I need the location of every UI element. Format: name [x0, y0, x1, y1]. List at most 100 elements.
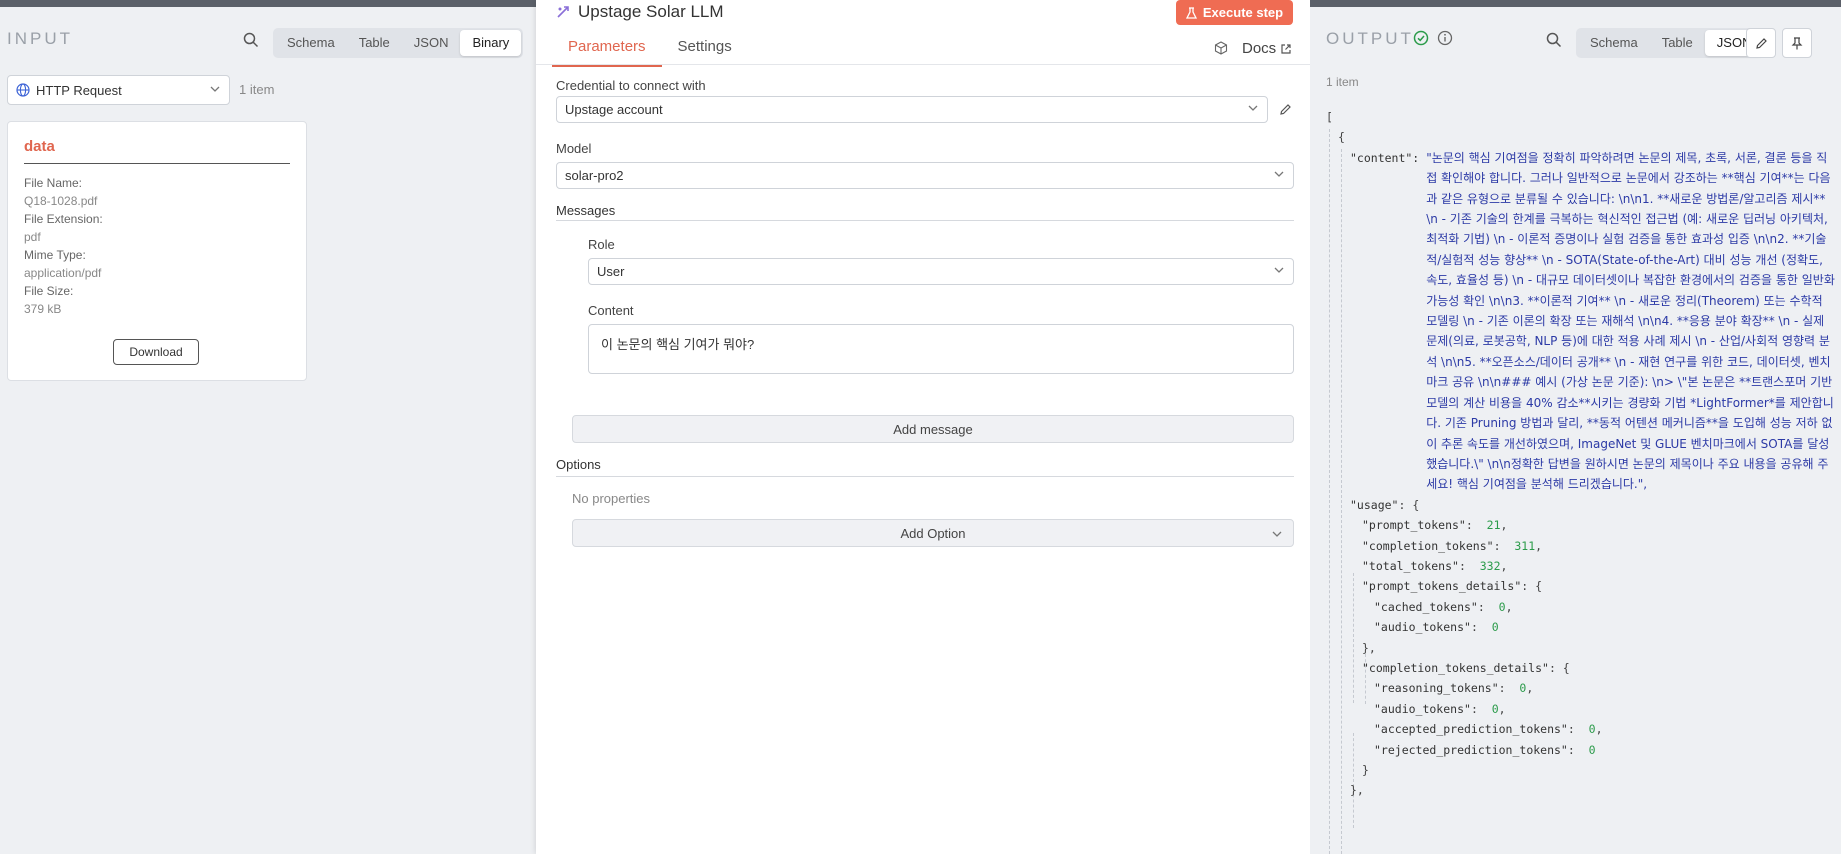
- search-icon[interactable]: [241, 30, 261, 50]
- output-view-tabs: Schema Table JSON: [1576, 28, 1766, 58]
- add-option-button[interactable]: Add Option: [572, 519, 1294, 547]
- tab-table[interactable]: Table: [347, 30, 402, 56]
- input-panel: INPUT Schema Table JSON Binary HTTP Requ…: [0, 0, 536, 854]
- search-icon[interactable]: [1544, 30, 1564, 50]
- json-line: "rejected_prediction_tokens": 0: [1374, 742, 1596, 757]
- input-title: INPUT: [7, 29, 73, 48]
- mime-type-label: Mime Type:: [24, 248, 86, 262]
- file-size-value: 379 kB: [24, 302, 62, 316]
- execute-step-label: Execute step: [1202, 5, 1284, 20]
- pencil-icon: [1755, 37, 1768, 50]
- mime-type-value: application/pdf: [24, 266, 102, 280]
- role-value: User: [597, 264, 625, 279]
- json-key: "content":: [1350, 150, 1420, 165]
- role-select[interactable]: User: [588, 258, 1294, 285]
- messages-label: Messages: [556, 203, 616, 218]
- info-icon[interactable]: [1437, 30, 1453, 51]
- json-line: "completion_tokens": 311,: [1362, 538, 1543, 553]
- json-line: "prompt_tokens": 21,: [1362, 518, 1508, 533]
- tab-binary[interactable]: Binary: [460, 30, 522, 56]
- tab-schema[interactable]: Schema: [275, 30, 347, 56]
- role-label: Role: [588, 237, 615, 252]
- json-line: "accepted_prediction_tokens": 0,: [1374, 722, 1603, 737]
- json-line: "audio_tokens": 0,: [1374, 701, 1506, 716]
- json-line: "completion_tokens_details": {: [1362, 660, 1570, 675]
- tabs-divider: [536, 64, 1310, 65]
- json-number: 0: [1491, 620, 1499, 635]
- options-label: Options: [556, 457, 601, 472]
- binary-card-title: data: [24, 138, 290, 164]
- globe-icon: [16, 83, 30, 97]
- json-content-field: "content": "논문의 핵심 기여점을 정확히 파악하려면 논문의 제목…: [1326, 148, 1836, 495]
- json-number: 0: [1588, 742, 1596, 757]
- json-output-view: [ { "content": "논문의 핵심 기여점을 정확히 파악하려면 논문…: [1326, 107, 1836, 801]
- json-line: "cached_tokens": 0,: [1374, 599, 1513, 614]
- json-line: "total_tokens": 332,: [1362, 558, 1508, 573]
- no-properties-text: No properties: [572, 491, 651, 506]
- credential-select[interactable]: Upstage account: [556, 96, 1268, 123]
- json-line: },: [1362, 640, 1376, 655]
- json-number: 21: [1486, 518, 1501, 533]
- json-number: 332: [1479, 558, 1501, 573]
- json-number: 0: [1491, 701, 1499, 716]
- model-label: Model: [556, 141, 592, 156]
- input-item-count: 1 item: [239, 82, 275, 97]
- node-tabs: Parameters Settings: [552, 38, 748, 67]
- execute-step-button[interactable]: Execute step: [1176, 0, 1293, 25]
- node-header: Upstage Solar LLM: [556, 2, 724, 22]
- output-item-count: 1 item: [1326, 75, 1359, 89]
- pin-icon: [1791, 36, 1803, 50]
- chevron-down-icon: [1247, 102, 1259, 117]
- file-size-label: File Size:: [24, 284, 74, 298]
- tab-settings[interactable]: Settings: [662, 38, 748, 67]
- content-label: Content: [588, 303, 634, 318]
- output-panel: OUTPUT Schema Table JSON 1 item [ { "con…: [1310, 0, 1841, 854]
- chevron-down-icon: [1273, 168, 1285, 183]
- file-ext-label: File Extension:: [24, 212, 103, 226]
- success-check-icon: [1413, 30, 1429, 51]
- json-content-value: "논문의 핵심 기여점을 정확히 파악하려면 논문의 제목, 초록, 서론, 결…: [1426, 150, 1835, 492]
- file-name-value: Q18-1028.pdf: [24, 194, 98, 208]
- download-button[interactable]: Download: [113, 339, 199, 365]
- options-divider: [556, 476, 1294, 477]
- file-name-label: File Name:: [24, 176, 83, 190]
- external-link-icon: [1280, 43, 1292, 55]
- content-textarea[interactable]: 이 논문의 핵심 기여가 뭐야?: [588, 324, 1294, 374]
- tab-parameters[interactable]: Parameters: [552, 38, 662, 67]
- json-line: [: [1326, 110, 1333, 124]
- docs-label: Docs: [1242, 40, 1277, 57]
- tab-json[interactable]: JSON: [402, 30, 461, 56]
- chevron-down-icon: [1271, 528, 1283, 540]
- add-option-label: Add Option: [900, 525, 966, 541]
- model-value: solar-pro2: [565, 168, 624, 183]
- node-title[interactable]: Upstage Solar LLM: [578, 2, 724, 22]
- file-ext-value: pdf: [24, 230, 41, 244]
- tab-schema[interactable]: Schema: [1578, 30, 1650, 56]
- json-line: }: [1362, 763, 1369, 777]
- json-line: "reasoning_tokens": 0,: [1374, 681, 1534, 696]
- edit-output-button[interactable]: [1746, 28, 1776, 58]
- add-message-button[interactable]: Add message: [572, 415, 1294, 443]
- json-line: "prompt_tokens_details": {: [1362, 579, 1543, 594]
- chevron-down-icon: [1273, 264, 1285, 279]
- json-number: 0: [1498, 599, 1506, 614]
- input-node-select-value: HTTP Request: [36, 82, 122, 98]
- tab-table[interactable]: Table: [1650, 30, 1705, 56]
- output-title: OUTPUT: [1326, 29, 1414, 48]
- json-line: "audio_tokens": 0: [1374, 620, 1499, 635]
- llm-node-icon: [556, 5, 570, 19]
- docs-link[interactable]: Docs: [1242, 40, 1292, 57]
- input-node-select[interactable]: HTTP Request: [7, 75, 230, 105]
- flask-icon: [1185, 6, 1197, 19]
- json-line: },: [1350, 783, 1364, 798]
- pencil-icon[interactable]: [1276, 100, 1294, 118]
- json-line: "usage": {: [1350, 497, 1420, 512]
- json-number: 0: [1588, 722, 1596, 737]
- pin-data-button[interactable]: [1782, 28, 1812, 58]
- cube-icon[interactable]: [1214, 41, 1228, 60]
- json-number: 0: [1519, 681, 1527, 696]
- chevron-down-icon: [209, 83, 221, 98]
- messages-divider: [556, 220, 1294, 221]
- credential-label: Credential to connect with: [556, 78, 706, 93]
- model-select[interactable]: solar-pro2: [556, 162, 1294, 189]
